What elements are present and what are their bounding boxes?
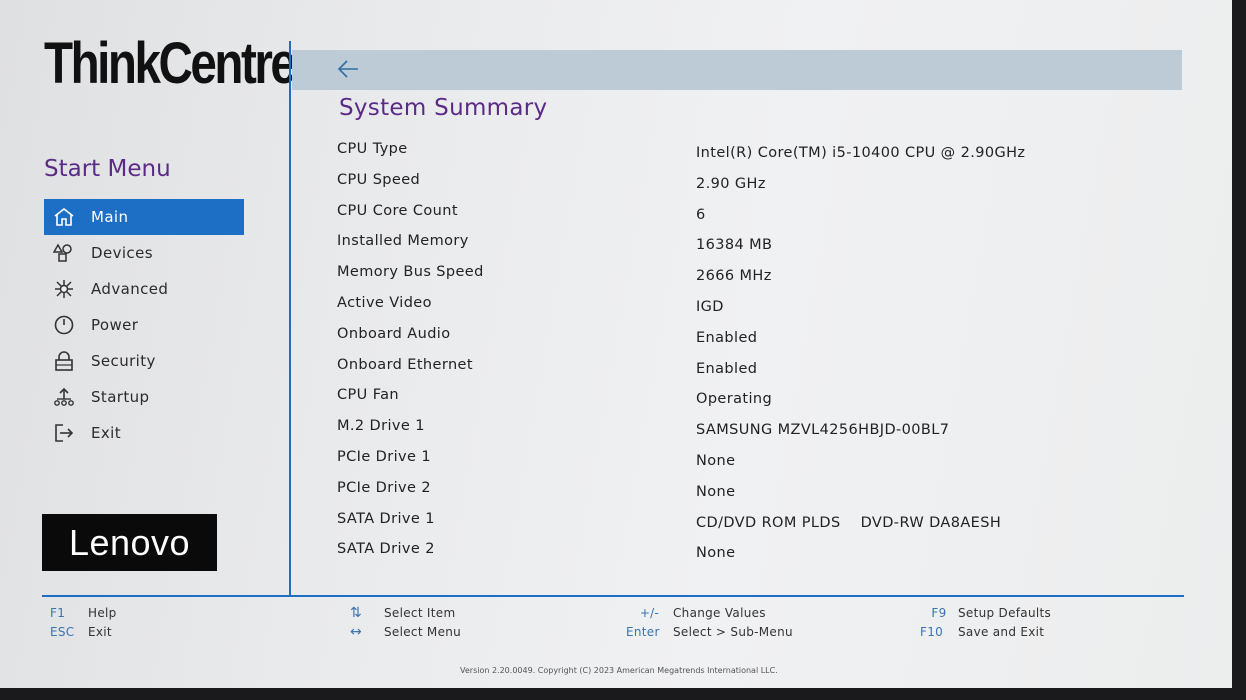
- sidebar-item-label: Devices: [91, 244, 153, 262]
- row-value: SAMSUNG MZVL4256HBJD-00BL7: [696, 422, 950, 439]
- row-label: PCIe Drive 2: [337, 479, 431, 496]
- key-action: Exit: [88, 624, 112, 639]
- summary-row: SATA Drive 1 CD/DVD ROM PLDS DVD-RW DA8AE…: [337, 507, 1137, 538]
- exit-icon: [51, 422, 77, 444]
- row-label: SATA Drive 1: [337, 510, 435, 527]
- sidebar-divider: [289, 41, 291, 597]
- footer-help-group: F1 Help ESC Exit: [50, 603, 117, 641]
- sidebar-item-exit[interactable]: Exit: [44, 415, 244, 451]
- summary-row: SATA Drive 2 None: [337, 537, 1137, 568]
- sidebar-item-label: Advanced: [91, 280, 169, 298]
- row-value: 6: [696, 206, 706, 223]
- summary-row: PCIe Drive 1 None: [337, 445, 1137, 476]
- summary-row: Onboard Audio Enabled: [337, 322, 1137, 353]
- summary-row: PCIe Drive 2 None: [337, 476, 1137, 507]
- startup-icon: [51, 386, 77, 408]
- key-enter: Enter: [626, 624, 660, 639]
- header-bar: [292, 50, 1182, 90]
- row-value: None: [696, 452, 736, 469]
- up-down-arrow-icon: ⇅: [350, 604, 363, 621]
- row-label: CPU Core Count: [337, 202, 458, 219]
- key-action: Setup Defaults: [958, 605, 1052, 620]
- row-label: CPU Type: [337, 141, 408, 157]
- row-label: Onboard Audio: [337, 325, 451, 342]
- row-label: Memory Bus Speed: [337, 264, 484, 281]
- row-value: Enabled: [696, 360, 758, 377]
- footer-divider: [42, 595, 1184, 597]
- row-label: SATA Drive 2: [337, 541, 435, 558]
- row-label: PCIe Drive 1: [337, 448, 431, 465]
- row-label: CPU Speed: [337, 171, 421, 188]
- key-action: Select Menu: [384, 624, 462, 639]
- power-icon: [51, 314, 77, 336]
- sidebar-item-label: Main: [91, 208, 129, 226]
- row-label: Onboard Ethernet: [337, 356, 473, 373]
- lock-icon: [51, 350, 77, 372]
- row-value: CD/DVD ROM PLDS DVD-RW DA8AESH: [696, 514, 1002, 531]
- summary-list: CPU Type Intel(R) Core(TM) i5-10400 CPU @…: [337, 137, 1137, 568]
- key-action: Save and Exit: [958, 624, 1045, 639]
- page-title: System Summary: [339, 95, 548, 121]
- row-value: Intel(R) Core(TM) i5-10400 CPU @ 2.90GHz: [696, 145, 1026, 161]
- row-value: Enabled: [696, 329, 758, 346]
- summary-row: CPU Type Intel(R) Core(TM) i5-10400 CPU @…: [337, 137, 1137, 168]
- row-value: 16384 MB: [696, 237, 773, 254]
- summary-row: CPU Speed 2.90 GHz: [337, 168, 1137, 199]
- sidebar-item-label: Power: [91, 316, 139, 334]
- row-value: None: [696, 545, 736, 562]
- summary-row: CPU Core Count 6: [337, 199, 1137, 230]
- key-f10: F10: [920, 624, 944, 639]
- key-f9: F9: [931, 605, 947, 620]
- sidebar-item-label: Startup: [91, 388, 150, 406]
- summary-row: Active Video IGD: [337, 291, 1137, 322]
- summary-row: CPU Fan Operating: [337, 383, 1137, 414]
- version-text: Version 2.20.0049. Copyright (C) 2023 Am…: [460, 666, 778, 675]
- key-action: Select Item: [384, 605, 456, 620]
- footer-change-group: +/- Change Values Enter Select > Sub-Menu: [626, 603, 793, 641]
- sidebar-item-power[interactable]: Power: [44, 307, 244, 343]
- sidebar-item-label: Security: [91, 352, 156, 370]
- left-right-arrow-icon: ↔: [350, 623, 363, 640]
- lenovo-logo: Lenovo: [42, 514, 217, 571]
- sidebar-item-main[interactable]: Main: [44, 199, 244, 235]
- start-menu: Main Devices Advanced Power Security Sta…: [44, 199, 244, 451]
- brand-name: ThinkCentre: [44, 31, 297, 96]
- row-label: CPU Fan: [337, 387, 399, 404]
- thinkcentre-logo: ThinkCentre.: [44, 30, 308, 97]
- footer-select-group: ⇅ Select Item ↔ Select Menu: [350, 603, 461, 641]
- arrow-left-icon[interactable]: [336, 58, 360, 85]
- start-menu-title: Start Menu: [44, 156, 171, 182]
- key-esc: ESC: [50, 624, 75, 639]
- devices-icon: [51, 242, 77, 264]
- home-icon: [51, 206, 77, 228]
- key-f1: F1: [50, 605, 66, 620]
- summary-row: Memory Bus Speed 2666 MHz: [337, 260, 1137, 291]
- key-action: Help: [88, 605, 117, 620]
- row-value: None: [696, 483, 736, 500]
- summary-row: M.2 Drive 1 SAMSUNG MZVL4256HBJD-00BL7: [337, 414, 1137, 445]
- sidebar-item-security[interactable]: Security: [44, 343, 244, 379]
- sidebar-item-startup[interactable]: Startup: [44, 379, 244, 415]
- row-value: 2666 MHz: [696, 268, 772, 285]
- sidebar-item-devices[interactable]: Devices: [44, 235, 244, 271]
- summary-row: Onboard Ethernet Enabled: [337, 353, 1137, 384]
- key-action: Select > Sub-Menu: [673, 624, 793, 639]
- row-label: Installed Memory: [337, 233, 469, 250]
- key-action: Change Values: [673, 605, 766, 620]
- row-label: M.2 Drive 1: [337, 418, 425, 435]
- key-plus-minus: +/-: [639, 605, 660, 620]
- summary-row: Installed Memory 16384 MB: [337, 229, 1137, 260]
- bios-screen: ThinkCentre. Start Menu Main Devices Adv…: [0, 0, 1232, 688]
- sidebar-item-label: Exit: [91, 424, 122, 442]
- row-label: Active Video: [337, 294, 432, 311]
- row-value: Operating: [696, 391, 773, 408]
- footer-save-group: F9 Setup Defaults F10 Save and Exit: [920, 603, 1051, 641]
- row-value: IGD: [696, 298, 724, 315]
- row-value: 2.90 GHz: [696, 175, 766, 192]
- lenovo-logo-text: Lenovo: [68, 521, 191, 563]
- sidebar-item-advanced[interactable]: Advanced: [44, 271, 244, 307]
- advanced-icon: [51, 278, 77, 300]
